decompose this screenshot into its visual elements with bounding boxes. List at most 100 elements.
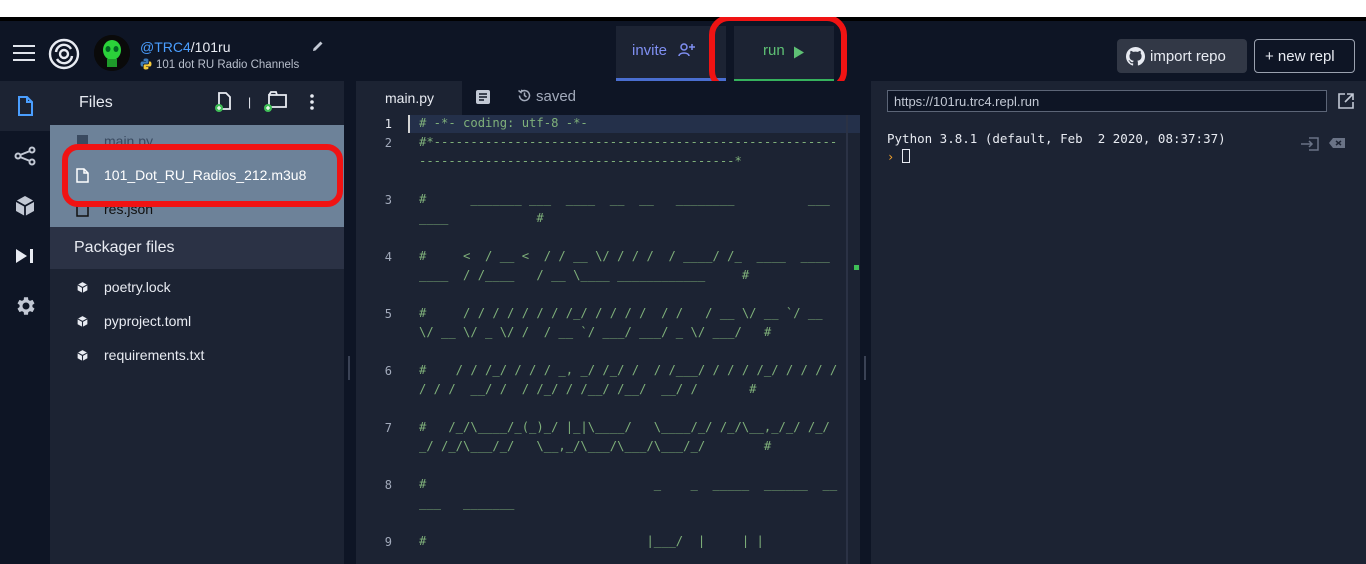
version-control-icon[interactable] <box>13 144 37 168</box>
code-line: # |___/ | | | <box>419 534 764 548</box>
play-icon <box>794 46 804 59</box>
add-user-icon <box>678 43 695 57</box>
repl-description: 101 dot RU Radio Channels <box>140 58 299 71</box>
file-item-pyproject-toml[interactable]: pyproject.toml <box>50 305 344 339</box>
add-file-icon[interactable] <box>214 91 234 113</box>
files-toolbar: | <box>214 91 334 115</box>
file-name: main.py <box>104 133 154 149</box>
import-repo-label: import repo <box>1150 48 1226 65</box>
replit-logo-icon[interactable] <box>48 38 80 70</box>
package-icon <box>77 316 88 327</box>
code-line: # -*- coding: utf-8 -*- <box>419 116 588 130</box>
line-number: 9 <box>384 535 392 549</box>
code-line: # _______ ___ ____ __ __ ________ ___ __… <box>419 192 830 225</box>
more-options-icon[interactable] <box>308 93 316 111</box>
invite-label: invite <box>632 42 668 59</box>
code-line: # < / __ < / / __ \/ / / / / ____/ /_ __… <box>419 249 845 282</box>
editor-tabs: main.py saved <box>356 81 860 115</box>
code-line: # /_/\____/_(_)_/ |_|\____/ \____/_/ /_/… <box>419 420 830 453</box>
repl-url-field[interactable]: https://101ru.trc4.repl.run <box>887 90 1327 112</box>
code-line: # / / /_/ / / / _, _/ /_/ / / /___/ / / … <box>419 363 845 396</box>
line-number: 8 <box>384 478 392 492</box>
toolbar-separator: | <box>248 95 252 109</box>
activity-rail <box>0 81 50 564</box>
history-icon <box>518 89 531 102</box>
invite-tab[interactable]: invite <box>616 26 726 81</box>
line-number: 3 <box>384 193 392 207</box>
file-name: requirements.txt <box>104 347 205 363</box>
file-name: pyproject.toml <box>104 313 192 329</box>
file-item-main-py[interactable]: main.py <box>50 125 344 159</box>
line-number: 1 <box>384 117 392 131</box>
debugger-icon[interactable] <box>13 244 37 268</box>
resize-grip <box>864 356 866 380</box>
console-input-icon[interactable] <box>1300 136 1320 152</box>
file-name: poetry.lock <box>104 279 171 295</box>
file-item-res-json[interactable]: res.json <box>50 193 344 227</box>
open-external-icon[interactable] <box>1337 92 1355 110</box>
repl-url: https://101ru.trc4.repl.run <box>894 94 1040 109</box>
run-tab[interactable]: run <box>734 26 834 83</box>
files-icon[interactable] <box>13 94 37 118</box>
tab-label: main.py <box>385 90 435 106</box>
user-avatar[interactable] <box>94 35 130 71</box>
repl-path[interactable]: @TRC4/101ru <box>140 39 230 55</box>
code-line: #*--------------------------------------… <box>419 135 838 168</box>
console-prompt: › <box>887 150 895 164</box>
code-editor[interactable]: 1 2 3 4 5 6 7 8 9 # -*- coding: utf-8 -*… <box>356 115 860 564</box>
tab-main-py[interactable]: main.py <box>356 81 462 115</box>
repl-name: 101ru <box>194 39 231 55</box>
clear-console-icon[interactable] <box>1328 137 1346 149</box>
pencil-icon[interactable] <box>311 39 325 53</box>
file-icon <box>76 168 89 183</box>
add-folder-icon[interactable] <box>262 91 288 113</box>
line-number: 6 <box>384 364 392 378</box>
packager-files-header[interactable]: Packager files <box>50 227 344 269</box>
file-item-requirements-txt[interactable]: requirements.txt <box>50 339 344 373</box>
menu-icon[interactable] <box>13 45 35 61</box>
file-item-poetry-lock[interactable]: poetry.lock <box>50 271 344 305</box>
console-panel: https://101ru.trc4.repl.run Python 3.8.1… <box>871 81 1366 564</box>
new-repl-button[interactable]: + new repl <box>1254 39 1355 73</box>
packager-files-title: Packager files <box>74 239 175 256</box>
new-repl-label: + new repl <box>1265 48 1335 65</box>
package-icon <box>77 282 88 293</box>
code-line: # / / / / / / / /_/ / / / / / / / __ \/ … <box>419 306 830 339</box>
python-icon <box>140 58 152 70</box>
save-status: saved <box>517 88 576 105</box>
code-content: # -*- coding: utf-8 -*- #*--------------… <box>419 115 845 548</box>
repl-workspace: @TRC4/101ru 101 dot RU Radio Channels in… <box>0 17 1366 564</box>
packages-icon[interactable] <box>13 194 37 218</box>
editor-scrollbar[interactable] <box>846 115 848 564</box>
file-name: 101_Dot_RU_Radios_212.m3u8 <box>104 167 307 183</box>
python-file-icon <box>77 135 88 148</box>
code-line: # _ _ _____ ______ _____ _______ <box>419 477 838 510</box>
file-item-m3u8[interactable]: 101_Dot_RU_Radios_212.m3u8 <box>50 159 344 193</box>
owner-link[interactable]: @TRC4 <box>140 39 191 55</box>
run-label: run <box>763 42 785 59</box>
panel-resize-handle[interactable] <box>860 81 871 564</box>
save-status-text: saved <box>536 88 577 105</box>
files-panel: Files | main.py 101_Dot_RU_Radios_212.m3… <box>50 81 344 564</box>
files-title: Files <box>79 94 113 111</box>
line-number: 2 <box>384 136 392 150</box>
line-numbers: 1 2 3 4 5 6 7 8 9 <box>356 115 408 564</box>
line-number: 7 <box>384 421 392 435</box>
console-cursor[interactable] <box>902 149 910 163</box>
settings-icon[interactable] <box>13 294 37 318</box>
import-repo-button[interactable]: import repo <box>1117 39 1247 73</box>
file-name: res.json <box>104 201 154 217</box>
console-output: Python 3.8.1 (default, Feb 2 2020, 08:37… <box>887 131 1226 146</box>
file-icon <box>76 202 89 217</box>
notes-icon[interactable] <box>475 89 491 105</box>
header: @TRC4/101ru 101 dot RU Radio Channels in… <box>0 17 1366 91</box>
resize-grip <box>348 356 350 380</box>
panel-resize-handle[interactable] <box>344 81 356 564</box>
line-number: 5 <box>384 307 392 321</box>
top-strip <box>0 0 1366 17</box>
description-text: 101 dot RU Radio Channels <box>156 59 300 71</box>
github-icon <box>1126 47 1145 66</box>
minimap-marker <box>854 265 859 270</box>
line-number: 4 <box>384 250 392 264</box>
package-icon <box>77 350 88 361</box>
